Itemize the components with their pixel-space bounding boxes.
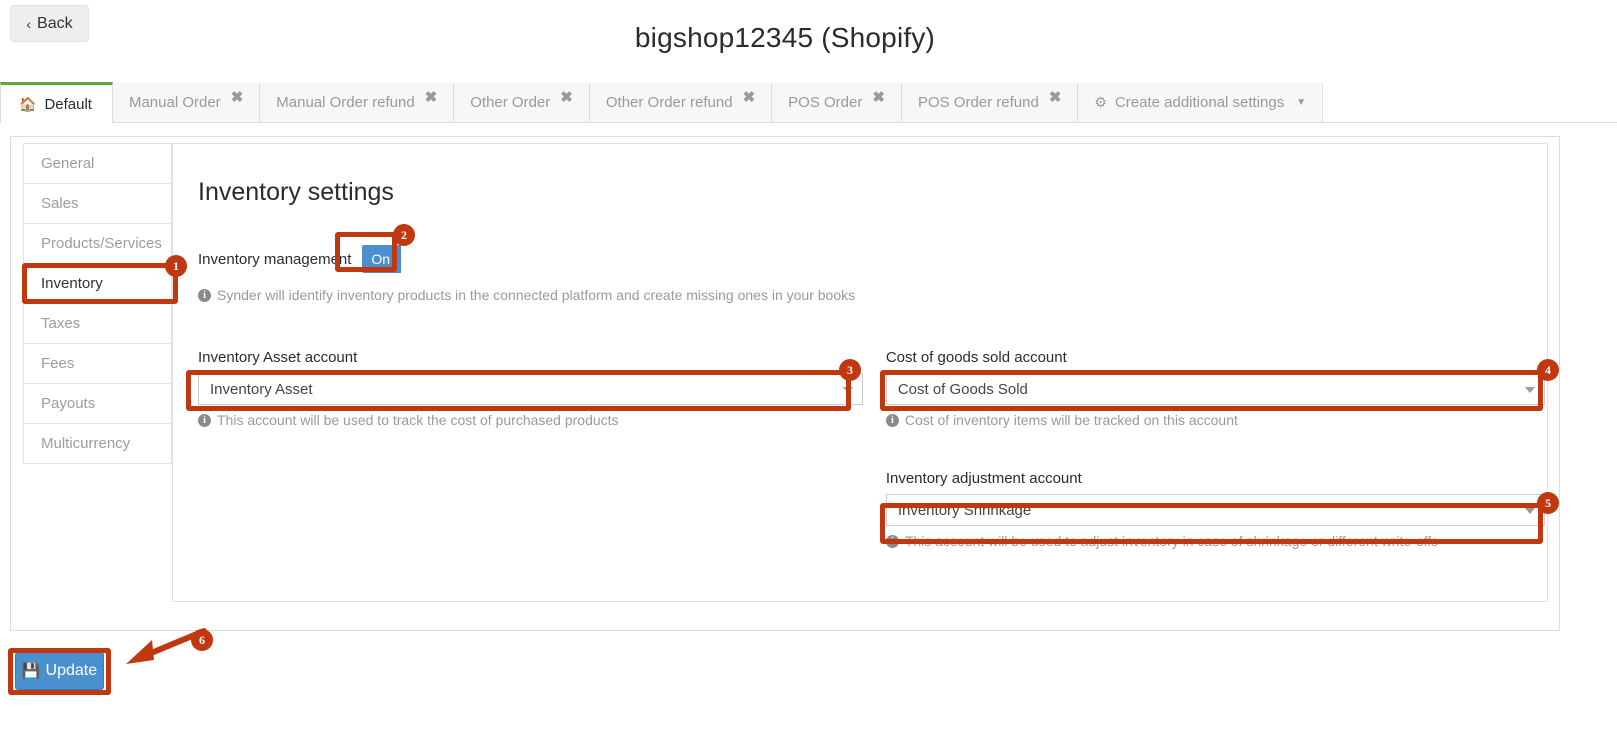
update-button[interactable]: 💾 Update: [15, 652, 104, 690]
tab-pos-order-refund[interactable]: POS Order refund ✖: [901, 83, 1079, 122]
tab-label: Default: [44, 95, 92, 113]
cost-of-goods-sold-select[interactable]: Cost of Goods Sold: [885, 373, 1545, 405]
sidebar-item-taxes[interactable]: Taxes: [24, 304, 171, 344]
close-icon[interactable]: ✖: [425, 90, 438, 105]
toggle-state-label: On: [371, 251, 391, 267]
tab-manual-order-refund[interactable]: Manual Order refund ✖: [260, 83, 455, 122]
annotation-badge-6: 6: [191, 629, 213, 651]
close-icon[interactable]: ✖: [872, 90, 885, 105]
chevron-down-icon: ▼: [1296, 97, 1307, 108]
tab-other-order[interactable]: Other Order ✖: [454, 83, 590, 122]
update-button-label: Update: [45, 662, 98, 679]
tab-other-order-refund[interactable]: Other Order refund ✖: [589, 83, 773, 122]
sidebar-item-label: Fees: [41, 355, 75, 372]
cost-of-goods-sold-help: i Cost of inventory items will be tracke…: [885, 412, 1547, 428]
inventory-settings-pane: Inventory settings Inventory management …: [172, 143, 1548, 602]
sidebar-item-fees[interactable]: Fees: [24, 344, 171, 384]
inventory-management-help: i Synder will identify inventory product…: [198, 287, 1547, 303]
cost-of-goods-sold-value: Cost of Goods Sold: [897, 380, 1028, 398]
sidebar-item-products-services[interactable]: Products/Services: [24, 224, 171, 264]
inventory-adjustment-select[interactable]: Inventory Shrinkage: [885, 494, 1545, 526]
tab-label: Create additional settings: [1114, 94, 1285, 111]
info-icon: i: [885, 534, 899, 548]
tab-label: Other Order refund: [605, 94, 733, 111]
inventory-management-row: Inventory management On: [198, 245, 1547, 273]
inventory-adjustment-label: Inventory adjustment account: [885, 470, 1082, 487]
chevron-down-icon: [1524, 508, 1535, 514]
sidebar-item-label: Multicurrency: [41, 435, 131, 452]
info-icon: i: [885, 413, 899, 427]
inventory-management-label: Inventory management: [198, 250, 352, 268]
tab-label: Other Order: [470, 94, 551, 111]
inventory-asset-select[interactable]: Inventory Asset: [198, 373, 863, 405]
help-text: This account will be used to adjust inve…: [904, 533, 1439, 549]
inventory-adjustment-value: Inventory Shrinkage: [897, 501, 1032, 519]
sidebar-item-label: General: [41, 155, 95, 172]
sidebar-item-label: Inventory: [41, 275, 103, 292]
inventory-adjustment-help: i This account will be used to adjust in…: [885, 533, 1547, 549]
home-icon: 🏠: [19, 95, 37, 112]
chevron-down-icon: [843, 387, 853, 393]
info-icon: i: [198, 413, 211, 427]
help-text: Synder will identify inventory products …: [217, 287, 856, 303]
sidebar-item-label: Payouts: [41, 395, 96, 412]
cost-of-goods-sold-label: Cost of goods sold account: [885, 349, 1067, 366]
tab-bar: 🏠 Default Manual Order ✖ Manual Order re…: [0, 82, 1617, 123]
sidebar-item-inventory[interactable]: Inventory: [24, 264, 171, 304]
close-icon[interactable]: ✖: [743, 90, 756, 105]
app-window: ‹ Back bigshop12345 (Shopify) 🏠 Default …: [0, 0, 1617, 733]
cogs-adjustment-column: Cost of goods sold account Cost of Goods…: [885, 349, 1547, 549]
info-icon: i: [198, 288, 211, 302]
inventory-asset-value: Inventory Asset: [210, 380, 313, 398]
sidebar-item-general[interactable]: General: [24, 144, 171, 184]
section-title: Inventory settings: [198, 178, 394, 206]
sidebar-item-multicurrency[interactable]: Multicurrency: [24, 424, 171, 464]
sidebar-item-label: Taxes: [41, 315, 81, 332]
sidebar-item-label: Products/Services: [41, 235, 162, 252]
tab-create-additional-settings[interactable]: ⚙ Create additional settings ▼: [1078, 83, 1324, 122]
inventory-asset-label: Inventory Asset account: [198, 349, 358, 366]
settings-panel: General Sales Products/Services Inventor…: [10, 136, 1560, 631]
tab-label: POS Order refund: [917, 94, 1039, 111]
tab-default[interactable]: 🏠 Default: [0, 82, 113, 123]
tab-pos-order[interactable]: POS Order ✖: [772, 83, 902, 122]
tab-label: Manual Order refund: [276, 94, 415, 111]
tab-manual-order[interactable]: Manual Order ✖: [112, 83, 261, 122]
tab-label: POS Order: [788, 94, 863, 111]
inventory-management-toggle[interactable]: On: [362, 245, 413, 273]
close-icon[interactable]: ✖: [231, 90, 244, 105]
toggle-knob: [401, 245, 413, 273]
chevron-down-icon: [1524, 387, 1535, 393]
sidebar-item-label: Sales: [41, 195, 79, 212]
close-icon[interactable]: ✖: [1049, 90, 1062, 105]
annotation-arrow-6: [126, 628, 207, 664]
save-floppy-icon: 💾: [21, 663, 41, 680]
page-title: bigshop12345 (Shopify): [634, 22, 936, 53]
gear-icon: ⚙: [1094, 94, 1107, 110]
help-text: Cost of inventory items will be tracked …: [904, 412, 1238, 428]
close-icon[interactable]: ✖: [560, 90, 573, 105]
sidebar-item-payouts[interactable]: Payouts: [24, 384, 171, 424]
accounts-columns: Inventory Asset account Inventory Asset …: [198, 349, 1547, 549]
inventory-asset-column: Inventory Asset account Inventory Asset …: [198, 349, 886, 549]
tab-label: Manual Order: [128, 94, 221, 111]
inventory-asset-help: i This account will be used to track the…: [198, 412, 886, 428]
sidebar-item-sales[interactable]: Sales: [24, 184, 171, 224]
settings-sidebar: General Sales Products/Services Inventor…: [23, 143, 172, 464]
help-text: This account will be used to track the c…: [217, 412, 619, 428]
